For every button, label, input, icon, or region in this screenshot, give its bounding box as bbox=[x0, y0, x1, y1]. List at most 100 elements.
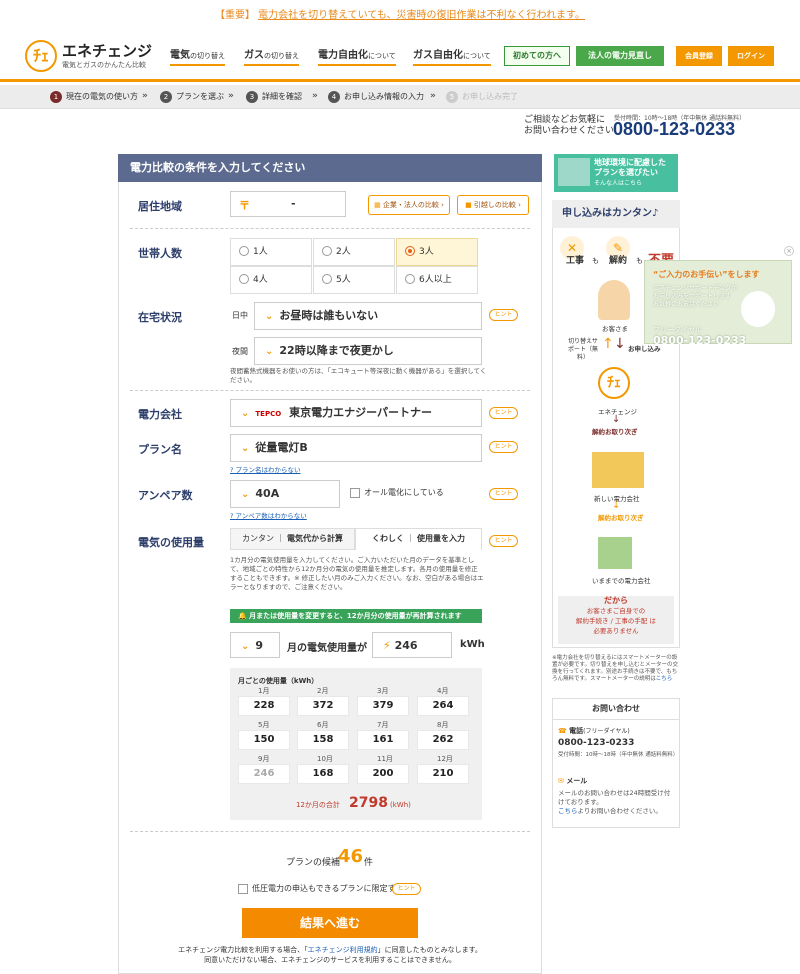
household-option-6[interactable]: 6人以上 bbox=[396, 266, 478, 294]
contact-phone[interactable]: 0800-123-0233 bbox=[613, 119, 735, 140]
hint-button[interactable]: ヒント bbox=[489, 441, 518, 453]
ampere-unknown-link[interactable]: ? アンペア数はわからない bbox=[230, 510, 307, 520]
postal-code-input[interactable]: 〒 - bbox=[230, 191, 346, 217]
input-value: 246 bbox=[394, 639, 418, 652]
mail-desc: よりお問い合わせください。 bbox=[577, 807, 662, 815]
terms-text: エネチェンジ電力比較を利用する場合、「エネチェンジ利用規約」に同意したものとみな… bbox=[130, 945, 530, 965]
mail-label: メール bbox=[566, 777, 588, 785]
new-company-building-icon bbox=[592, 452, 644, 488]
terms-part: エネチェンジ電力比較を利用する場合、「 bbox=[178, 946, 308, 954]
step-number: 3 bbox=[246, 91, 258, 103]
daytime-label: 日中 bbox=[232, 311, 248, 320]
kwh-input[interactable]: ⚡ 246 bbox=[372, 632, 452, 658]
tab-simple[interactable]: カンタン ｜ 電気代から計算 bbox=[230, 528, 355, 550]
login-button[interactable]: ログイン bbox=[728, 46, 774, 66]
first-time-button[interactable]: 初めての方へ bbox=[504, 46, 570, 66]
month-usage-input[interactable]: 372 bbox=[297, 696, 349, 716]
corporate-compare-button[interactable]: ▦ 企業・法人の比較 › bbox=[368, 195, 450, 215]
hint-button[interactable]: ヒント bbox=[489, 488, 518, 500]
radio-icon bbox=[405, 273, 415, 284]
inquiry-phone[interactable]: 0800-123-0233 bbox=[558, 738, 634, 748]
recalc-note: 🔔 月または使用量を変更すると、12か月分の使用量が再計算されます bbox=[230, 609, 482, 623]
household-option-4[interactable]: 4人 bbox=[230, 266, 312, 294]
night-select[interactable]: ⌄ 22時以降まで夜更かし bbox=[254, 337, 482, 365]
hint-button[interactable]: ヒント bbox=[392, 883, 421, 895]
step-label: お申し込み完了 bbox=[462, 92, 518, 101]
all-electric-checkbox[interactable]: オール電化にしている bbox=[350, 487, 444, 498]
arrow-down-icon: ↓ bbox=[612, 414, 621, 425]
plan-select[interactable]: ⌄ 従量電灯B bbox=[230, 434, 482, 462]
tab-detail[interactable]: くわしく ｜ 使用量を入力 bbox=[355, 528, 482, 550]
logo-icon[interactable]: ﾁｪ bbox=[25, 40, 57, 72]
nav-main: ガス自由化 bbox=[413, 50, 463, 61]
mail-desc: メールのお問い合わせは24時間受け付けております。 bbox=[558, 789, 671, 806]
mail-link[interactable]: こちら bbox=[558, 807, 578, 815]
terms-link[interactable]: エネチェンジ利用規約 bbox=[308, 946, 378, 954]
business-button[interactable]: 法人の電力見直し bbox=[576, 46, 664, 66]
phone-heading: ☎ 電話(フリーダイヤル) bbox=[558, 726, 630, 736]
no-procedure-box: だから お客さまご自身での 解約手続き / 工事の手配 は 必要ありません bbox=[558, 596, 674, 644]
usage-note: 1カ月分の電気使用量を入力してください。ご入力いただいた月のデータを基準として、… bbox=[230, 556, 484, 591]
home-status-note: 夜間蓄熱式機器をお使いの方は、「エコキュート等深夜に動く機器がある」を選択してく… bbox=[230, 367, 487, 384]
month-usage-input[interactable]: 158 bbox=[297, 730, 349, 750]
select-value: お昼時は誰もいない bbox=[279, 309, 379, 322]
month-usage-input[interactable]: 150 bbox=[238, 730, 290, 750]
hint-button[interactable]: ヒント bbox=[489, 407, 518, 419]
usage-label: 電気の使用量 bbox=[138, 536, 204, 549]
important-notice[interactable]: 【重要】 電力会社を切り替えていても、災害時の復旧作業は不利なく行われます。 bbox=[0, 0, 800, 32]
nav-gas-switch[interactable]: ガスの切り替え bbox=[244, 46, 299, 66]
low-voltage-checkbox[interactable]: 低圧電力の申込もできるプランに限定する bbox=[238, 883, 404, 894]
submit-button[interactable]: 結果へ進む bbox=[242, 908, 418, 938]
household-option-2[interactable]: 2人 bbox=[313, 238, 395, 266]
smart-meter-note: ※電力会社を切り替えるにはスマートメーターの設置が必要です。切り替えを申し込むと… bbox=[552, 655, 682, 683]
radio-icon bbox=[322, 245, 332, 256]
postal-mark: 〒 bbox=[239, 199, 250, 212]
logo-name[interactable]: エネチェンジ bbox=[62, 40, 152, 61]
button-label: 引越しの比較 bbox=[473, 201, 516, 209]
month-usage-input[interactable]: 161 bbox=[357, 730, 409, 750]
plan-unknown-link[interactable]: ? プラン名はわからない bbox=[230, 464, 301, 474]
checkbox-label: オール電化にしている bbox=[364, 488, 444, 497]
option-label: 3人 bbox=[419, 247, 434, 257]
smart-meter-link[interactable]: こちら bbox=[656, 676, 673, 682]
hint-button[interactable]: ヒント bbox=[489, 535, 518, 547]
notice-link[interactable]: 電力会社を切り替えていても、災害時の復旧作業は不利なく行われます。 bbox=[258, 10, 585, 21]
mail-heading: ✉ メール bbox=[558, 776, 587, 786]
company-select[interactable]: ⌄ TEPCO 東京電力エナジーパートナー bbox=[230, 399, 482, 427]
household-option-5[interactable]: 5人 bbox=[313, 266, 395, 294]
hint-button[interactable]: ヒント bbox=[489, 309, 518, 321]
box-icon: ■ bbox=[465, 201, 474, 209]
household-option-1[interactable]: 1人 bbox=[230, 238, 312, 266]
month-usage-input[interactable]: 200 bbox=[357, 764, 409, 784]
ampere-select[interactable]: ⌄ 40A bbox=[230, 480, 340, 508]
total-label: 12か月の合計 bbox=[296, 801, 340, 809]
month-usage-input[interactable]: 210 bbox=[417, 764, 469, 784]
phone-sub: (フリーダイヤル) bbox=[583, 728, 630, 735]
bell-icon: 🔔 bbox=[238, 612, 250, 620]
nav-electric-liberalization[interactable]: 電力自由化について bbox=[318, 46, 396, 66]
daytime-select[interactable]: ⌄ お昼時は誰もいない bbox=[254, 302, 482, 330]
step-label: 現在の電気の使い方 bbox=[66, 92, 138, 101]
chevron-down-icon: ⌄ bbox=[265, 346, 274, 357]
month-usage-input[interactable]: 168 bbox=[297, 764, 349, 784]
self-text: 解約手続き / 工事の手配 は bbox=[576, 617, 656, 625]
month-usage-input[interactable]: 379 bbox=[357, 696, 409, 716]
nav-gas-liberalization[interactable]: ガス自由化について bbox=[413, 46, 491, 66]
option-label: 6人以上 bbox=[419, 275, 452, 285]
nav-electric-switch[interactable]: 電気の切り替え bbox=[170, 46, 225, 66]
month-usage-input[interactable]: 246 bbox=[238, 764, 290, 784]
month-usage-input[interactable]: 262 bbox=[417, 730, 469, 750]
monthly-title: 月ごとの使用量（kWh） bbox=[238, 677, 319, 685]
move-compare-button[interactable]: ■ 引越しの比較 › bbox=[457, 195, 529, 215]
month-usage-input[interactable]: 264 bbox=[417, 696, 469, 716]
month-select[interactable]: ⌄ 9 bbox=[230, 632, 280, 658]
form-title: 電力比較の条件を入力してください bbox=[118, 154, 542, 182]
input-help-popup[interactable]: “ご入力のお手伝い”をします エネチェンジサポートデスクが お申し込みをサポート… bbox=[644, 260, 792, 344]
household-option-3[interactable]: 3人 bbox=[396, 238, 478, 266]
divider bbox=[130, 390, 530, 391]
phone-icon: ☎ bbox=[558, 727, 570, 735]
register-button[interactable]: 会員登録 bbox=[676, 46, 722, 66]
month-usage-input[interactable]: 228 bbox=[238, 696, 290, 716]
eco-plan-banner[interactable]: 地球環境に配慮した プランを選びたい そんな人はこちら bbox=[554, 154, 678, 192]
close-icon[interactable]: × bbox=[784, 246, 794, 256]
